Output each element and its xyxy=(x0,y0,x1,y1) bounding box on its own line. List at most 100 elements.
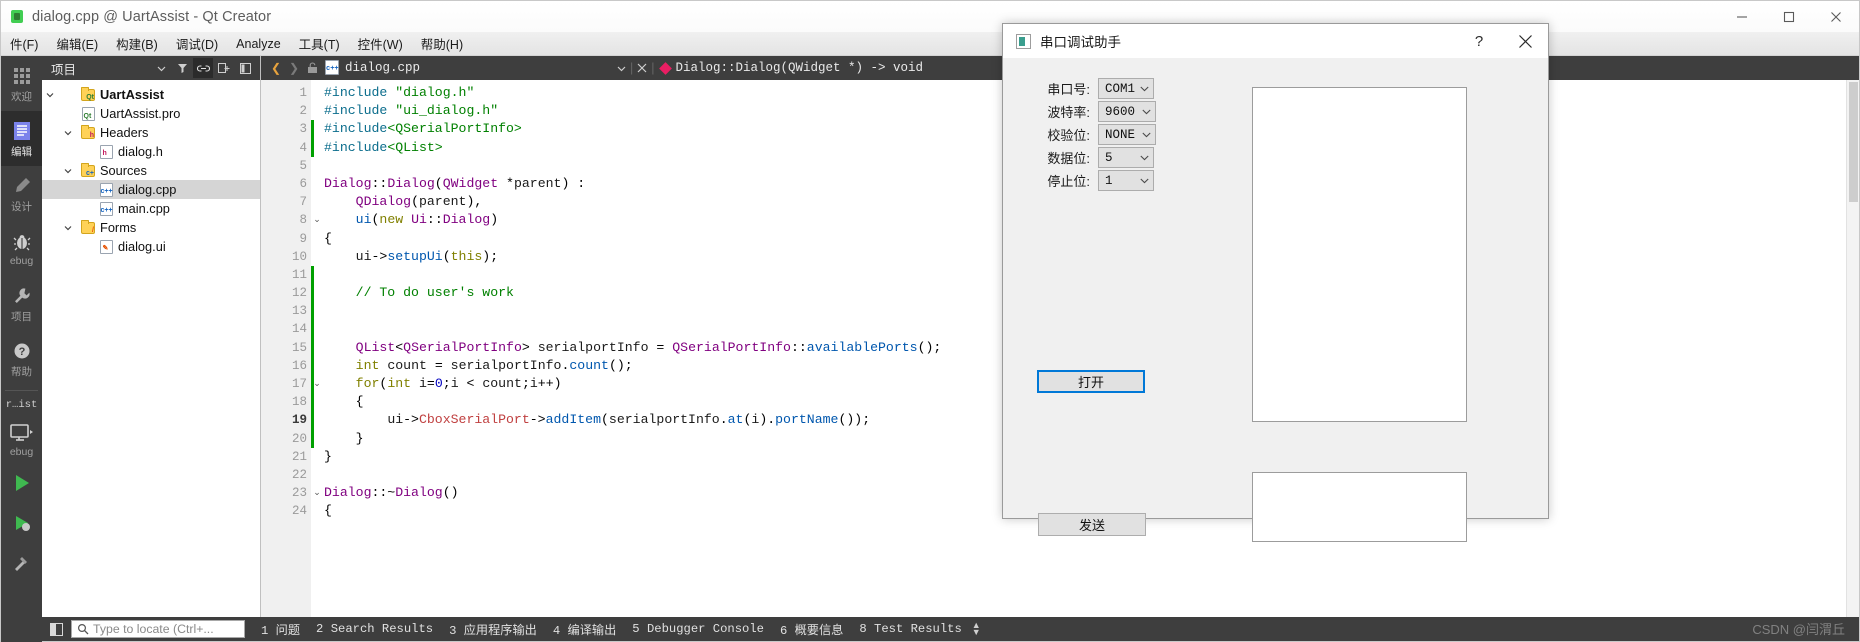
cpp-file-icon: c++ xyxy=(97,201,115,216)
editor-scrollbar[interactable] xyxy=(1846,80,1859,619)
menu-tools[interactable]: 工具(T) xyxy=(290,31,349,56)
data-bits-label: 数据位: xyxy=(1047,151,1090,166)
grid-icon xyxy=(13,64,31,88)
expand-all-icon[interactable] xyxy=(214,58,234,78)
sidebar-item-edit[interactable]: 编辑 xyxy=(1,111,42,166)
menu-analyze[interactable]: Analyze xyxy=(227,34,289,54)
link-icon[interactable] xyxy=(193,58,213,78)
updown-arrows-icon[interactable]: ▲ ▼ xyxy=(972,621,981,637)
chevron-left-icon[interactable]: ❮ xyxy=(267,56,285,80)
chevron-down-icon[interactable] xyxy=(42,91,57,99)
sidebar-icon[interactable] xyxy=(235,58,255,78)
line-number: 5 xyxy=(299,158,307,173)
build-button[interactable] xyxy=(1,543,42,583)
tree-item-dialog-h[interactable]: h dialog.h xyxy=(42,142,260,161)
project-panel-title: 项目 xyxy=(51,62,77,77)
open-button[interactable]: 打开 xyxy=(1037,370,1145,393)
serial-port-combo[interactable]: COM1 xyxy=(1098,78,1154,99)
menu-widgets[interactable]: 控件(W) xyxy=(349,31,412,56)
minimize-icon[interactable] xyxy=(1718,1,1765,32)
data-bits-row: 数据位: 5 xyxy=(1016,147,1154,168)
status-pane-1[interactable]: 1 问题 xyxy=(261,620,300,638)
receive-textarea[interactable] xyxy=(1252,87,1467,422)
line-number: 13 xyxy=(291,304,307,319)
editor-file-tab[interactable]: c++ dialog.cpp xyxy=(325,60,420,76)
qt-project-icon: Qt xyxy=(79,86,97,101)
menu-file[interactable]: 件(F) xyxy=(1,31,47,56)
h-file-icon: h xyxy=(97,144,115,159)
sidebar-item-design[interactable]: 设计 xyxy=(1,166,42,221)
ui-file-icon: ✎ xyxy=(97,239,115,254)
menu-help[interactable]: 帮助(H) xyxy=(412,31,472,56)
sidebar-item-welcome[interactable]: 欢迎 xyxy=(1,56,42,111)
data-bits-combo[interactable]: 5 xyxy=(1098,147,1154,168)
search-input[interactable]: Type to locate (Ctrl+... xyxy=(71,620,245,638)
tree-item-headers[interactable]: h Headers xyxy=(42,123,260,142)
scrollbar-thumb[interactable] xyxy=(1849,82,1858,202)
status-pane-6[interactable]: 6 概要信息 xyxy=(780,620,843,638)
chevron-down-icon[interactable] xyxy=(60,224,75,232)
chevron-right-icon[interactable]: ❯ xyxy=(285,56,303,80)
hammer-icon xyxy=(12,551,32,575)
chevron-down-icon[interactable] xyxy=(151,58,171,78)
sidebar-toggle-icon[interactable] xyxy=(45,620,67,638)
tree-item-main-cpp[interactable]: c++ main.cpp xyxy=(42,199,260,218)
stop-bits-value: 1 xyxy=(1105,173,1113,188)
status-pane-2[interactable]: 2 Search Results xyxy=(316,622,433,636)
menu-edit[interactable]: 编辑(E) xyxy=(47,31,107,56)
kit-selector-label[interactable]: r…ist xyxy=(1,395,42,415)
chevron-down-icon xyxy=(1142,102,1151,121)
run-button[interactable] xyxy=(1,463,42,503)
baud-rate-combo[interactable]: 9600 xyxy=(1098,101,1156,122)
parity-combo[interactable]: NONE xyxy=(1098,124,1156,145)
debug-run-button[interactable] xyxy=(1,503,42,543)
tree-item-uartassist-pro[interactable]: Qt UartAssist.pro xyxy=(42,104,260,123)
status-pane-3[interactable]: 3 应用程序输出 xyxy=(449,620,537,638)
help-button[interactable]: ? xyxy=(1456,24,1502,59)
search-placeholder: Type to locate (Ctrl+... xyxy=(93,622,214,636)
tree-item-dialog-ui[interactable]: ✎ dialog.ui xyxy=(42,237,260,256)
maximize-icon[interactable] xyxy=(1765,1,1812,32)
status-pane-5[interactable]: 5 Debugger Console xyxy=(632,622,764,636)
close-icon[interactable] xyxy=(1502,24,1548,59)
line-number: 4 xyxy=(299,140,307,155)
cpp-file-icon: c++ xyxy=(325,60,339,76)
status-pane-8[interactable]: 8 Test Results xyxy=(859,622,961,636)
baud-rate-label: 波特率: xyxy=(1047,105,1090,120)
folder-cpp-icon: c+ xyxy=(79,162,97,177)
stop-bits-combo[interactable]: 1 xyxy=(1098,170,1154,191)
status-bar: Type to locate (Ctrl+... 1 问题 2 Search R… xyxy=(1,617,1859,641)
sidebar-item-projects[interactable]: 项目 xyxy=(1,276,42,331)
chevron-down-icon[interactable] xyxy=(60,129,75,137)
fold-chevron-icon[interactable]: ⌄ xyxy=(311,484,323,502)
tree-item-forms[interactable]: / Forms xyxy=(42,218,260,237)
close-icon[interactable] xyxy=(1812,1,1859,32)
sidebar-item-debug[interactable]: ebug xyxy=(1,221,42,276)
fold-chevron-icon[interactable]: ⌄ xyxy=(311,211,323,229)
menu-build[interactable]: 构建(B) xyxy=(107,31,167,56)
symbol-selector[interactable]: Dialog::Dialog(QWidget *) -> void xyxy=(658,61,923,75)
line-number: 3 xyxy=(299,122,307,137)
fold-chevron-icon[interactable]: ⌄ xyxy=(311,375,323,393)
status-pane-4[interactable]: 4 编译输出 xyxy=(553,620,616,638)
stop-bits-row: 停止位: 1 xyxy=(1016,170,1154,191)
app-window-icon xyxy=(1016,33,1031,49)
tree-item-uartassist[interactable]: Qt UartAssist xyxy=(42,85,260,104)
close-icon[interactable] xyxy=(633,56,651,80)
tree-item-dialog-cpp[interactable]: c++ dialog.cpp xyxy=(42,180,260,199)
sidebar-item-help[interactable]: ? 帮助 xyxy=(1,331,42,386)
send-button[interactable]: 发送 xyxy=(1038,513,1146,536)
run-configuration-selector[interactable]: ebug xyxy=(1,415,42,463)
filter-icon[interactable] xyxy=(172,58,192,78)
tree-item-sources[interactable]: c+ Sources xyxy=(42,161,260,180)
stop-bits-label: 停止位: xyxy=(1047,174,1090,189)
folder-ui-icon: / xyxy=(79,219,97,234)
bug-icon xyxy=(13,230,31,254)
line-number: 9 xyxy=(299,231,307,246)
menu-debug[interactable]: 调试(D) xyxy=(167,31,227,56)
chevron-down-icon[interactable] xyxy=(60,167,75,175)
line-number: 20 xyxy=(291,431,307,446)
unlock-icon[interactable] xyxy=(303,56,321,80)
chevron-down-icon[interactable] xyxy=(612,56,630,80)
send-textarea[interactable] xyxy=(1252,472,1467,542)
